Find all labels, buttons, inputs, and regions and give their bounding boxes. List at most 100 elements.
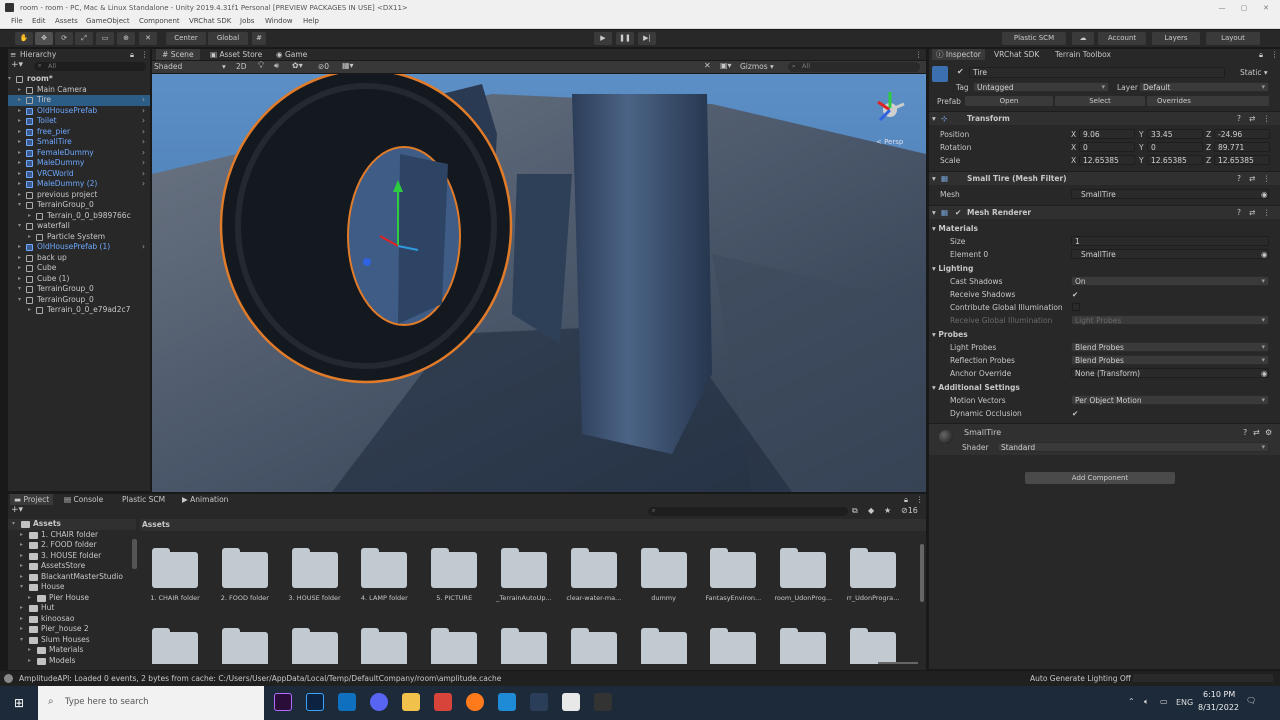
hierarchy-tab[interactable]: Hierarchy xyxy=(20,49,56,60)
lock-icon[interactable]: 🔒︎ xyxy=(130,49,134,60)
hierarchy-item[interactable]: ▸ back up xyxy=(8,253,150,264)
expand-arrow-icon[interactable]: ▾ xyxy=(20,635,23,646)
hierarchy-item[interactable]: ▸ FemaleDummy › xyxy=(8,148,150,159)
prefab-open-button[interactable]: Open xyxy=(965,96,1053,106)
expand-arrow-icon[interactable]: ▸ xyxy=(18,242,21,253)
transform-component-header[interactable]: ▾ ⊹ Transform ? ⇄ ⋮ xyxy=(929,111,1280,125)
static-toggle[interactable]: Static ▾ xyxy=(1240,68,1268,77)
volume-icon[interactable]: 🔈︎ xyxy=(1144,697,1149,707)
position-x-field[interactable]: 9.06 xyxy=(1079,129,1135,139)
object-picker-icon[interactable]: ◉ xyxy=(1261,248,1268,261)
element0-field[interactable]: SmallTire xyxy=(1071,249,1269,259)
hierarchy-item[interactable]: ▸ OldHousePrefab (1) › xyxy=(8,242,150,253)
expand-arrow-icon[interactable]: ▸ xyxy=(20,551,23,562)
expand-arrow-icon[interactable]: ▸ xyxy=(28,645,31,656)
asset-folder[interactable]: 1. CHAIR folder xyxy=(140,534,210,610)
tab-vrchat-sdk[interactable]: VRChat SDK xyxy=(994,49,1039,60)
preset-icon[interactable]: ⇄ xyxy=(1249,206,1255,220)
folder-icon[interactable] xyxy=(710,628,757,664)
expand-arrow-icon[interactable]: ▸ xyxy=(20,540,23,551)
project-tree-item[interactable]: ▸ kinoosao xyxy=(8,614,136,625)
expand-arrow-icon[interactable]: ▸ xyxy=(18,169,21,180)
hidden-packages-toggle[interactable]: ⊘16 xyxy=(901,506,918,515)
expand-arrow-icon[interactable]: ▾ xyxy=(20,582,23,593)
lighting-row[interactable]: ▾ Lighting xyxy=(929,262,1280,275)
component-menu-icon[interactable]: ⋮ xyxy=(1263,172,1271,186)
chevron-right-icon[interactable]: › xyxy=(142,106,145,117)
component-menu-icon[interactable]: ⋮ xyxy=(1263,112,1271,126)
project-tree-item[interactable]: ▸ 3. HOUSE folder xyxy=(8,551,136,562)
hierarchy-item[interactable]: ▾ TerrainGroup_0 xyxy=(8,295,150,306)
folder-icon[interactable] xyxy=(221,628,268,664)
effects-toggle-icon[interactable]: ✿▾ xyxy=(292,61,303,70)
asset-folder[interactable]: 3. HOUSE folder xyxy=(280,534,350,610)
chevron-right-icon[interactable]: › xyxy=(142,179,145,190)
hierarchy-item[interactable]: ▸ Cube (1) xyxy=(8,274,150,285)
notifications-icon[interactable]: 🗨︎ xyxy=(1246,696,1256,705)
expand-arrow-icon[interactable]: ▸ xyxy=(18,179,21,190)
expand-arrow-icon[interactable]: ▸ xyxy=(20,614,23,625)
expand-arrow-icon[interactable]: ▸ xyxy=(18,158,21,169)
object-picker-icon[interactable]: ◉ xyxy=(1261,367,1268,380)
hierarchy-item[interactable]: ▸ Main Camera xyxy=(8,85,150,96)
folder-icon[interactable] xyxy=(501,628,547,664)
scale-x-field[interactable]: 12.65385 xyxy=(1079,155,1135,165)
tree-scrollbar[interactable] xyxy=(132,539,137,569)
folder-icon[interactable] xyxy=(850,628,896,664)
language-indicator[interactable]: ENG xyxy=(1176,698,1193,707)
expand-arrow-icon[interactable]: ▸ xyxy=(18,116,21,127)
expand-arrow-icon[interactable]: ▸ xyxy=(18,190,21,201)
hierarchy-item[interactable]: ▾ TerrainGroup_0 xyxy=(8,284,150,295)
rotate-tool-button[interactable]: ⟳ xyxy=(55,32,73,45)
cloud-button[interactable]: ☁ xyxy=(1072,32,1094,45)
expand-arrow-icon[interactable]: ▸ xyxy=(20,561,23,572)
help-icon[interactable]: ? xyxy=(1237,112,1241,126)
premiere-icon[interactable] xyxy=(274,693,292,711)
layer-dropdown[interactable]: Default xyxy=(1139,82,1269,92)
project-tree-item[interactable]: ▸ Pier_house 2 xyxy=(8,624,136,635)
project-tree-item[interactable]: ▾ Slum Houses xyxy=(8,635,136,646)
expand-arrow-icon[interactable]: ▾ xyxy=(18,295,21,306)
expand-arrow-icon[interactable]: ▸ xyxy=(20,624,23,635)
tools-icon[interactable]: ✕ xyxy=(704,61,711,70)
folder-icon[interactable] xyxy=(640,628,687,664)
project-tree-item[interactable]: ▸ 2. FOOD folder xyxy=(8,540,136,551)
help-icon[interactable]: ? xyxy=(1237,172,1241,186)
receive-shadows-checkbox[interactable]: ✔ xyxy=(1072,288,1078,301)
hierarchy-scene-root[interactable]: ▾ room* xyxy=(8,74,150,85)
expand-arrow-icon[interactable]: ▸ xyxy=(28,211,31,222)
expand-arrow-icon[interactable]: ▾ xyxy=(18,221,21,232)
mesh-field[interactable]: SmallTire xyxy=(1071,189,1269,199)
taskbar-search-box[interactable]: ⌕ Type here to search xyxy=(38,686,264,720)
menu-jobs[interactable]: Jobs xyxy=(240,17,254,25)
filter-label-icon[interactable]: ◆ xyxy=(868,506,874,515)
camera-settings-icon[interactable]: ▣▾ xyxy=(720,61,732,70)
hierarchy-item[interactable]: ▸ Particle System xyxy=(8,232,150,243)
folder-icon[interactable] xyxy=(570,628,617,664)
filter-type-icon[interactable]: ⧉ xyxy=(852,506,858,516)
asset-folder[interactable]: 5. PICTURE xyxy=(419,534,489,610)
expand-arrow-icon[interactable]: ▸ xyxy=(18,95,21,106)
position-z-field[interactable]: -24.96 xyxy=(1214,129,1270,139)
active-checkbox[interactable]: ✔ xyxy=(957,67,964,76)
tab-animation[interactable]: ▶ Animation xyxy=(182,494,228,505)
close-button[interactable]: ✕ xyxy=(1254,0,1278,16)
expand-arrow-icon[interactable]: ▾ xyxy=(18,200,21,211)
shading-mode-dropdown[interactable]: Shaded ▾ xyxy=(154,62,230,72)
expand-arrow-icon[interactable]: ▾ xyxy=(12,519,15,530)
more-menu-icon[interactable]: ⋮ xyxy=(141,49,149,60)
steam-icon[interactable] xyxy=(530,693,548,711)
gizmo-z-handle[interactable] xyxy=(363,258,371,266)
tab-console[interactable]: ▤ Console xyxy=(64,494,103,505)
scale-tool-button[interactable]: ⤢ xyxy=(75,32,93,45)
menu-assets[interactable]: Assets xyxy=(55,17,78,25)
menu-vrchat-sdk[interactable]: VRChat SDK xyxy=(189,17,231,25)
project-tree-item[interactable]: ▾ House xyxy=(8,582,136,593)
help-icon[interactable]: ? xyxy=(1237,206,1241,220)
hierarchy-item[interactable]: ▸ Tire › xyxy=(8,95,150,106)
size-field[interactable]: 1 xyxy=(1071,236,1269,246)
scale-y-field[interactable]: 12.65385 xyxy=(1147,155,1203,165)
reflection-probes-dropdown[interactable]: Blend Probes xyxy=(1071,355,1269,365)
layers-dropdown[interactable]: Layers xyxy=(1152,32,1200,45)
project-tree-item[interactable]: ▸ 1. CHAIR folder xyxy=(8,530,136,541)
